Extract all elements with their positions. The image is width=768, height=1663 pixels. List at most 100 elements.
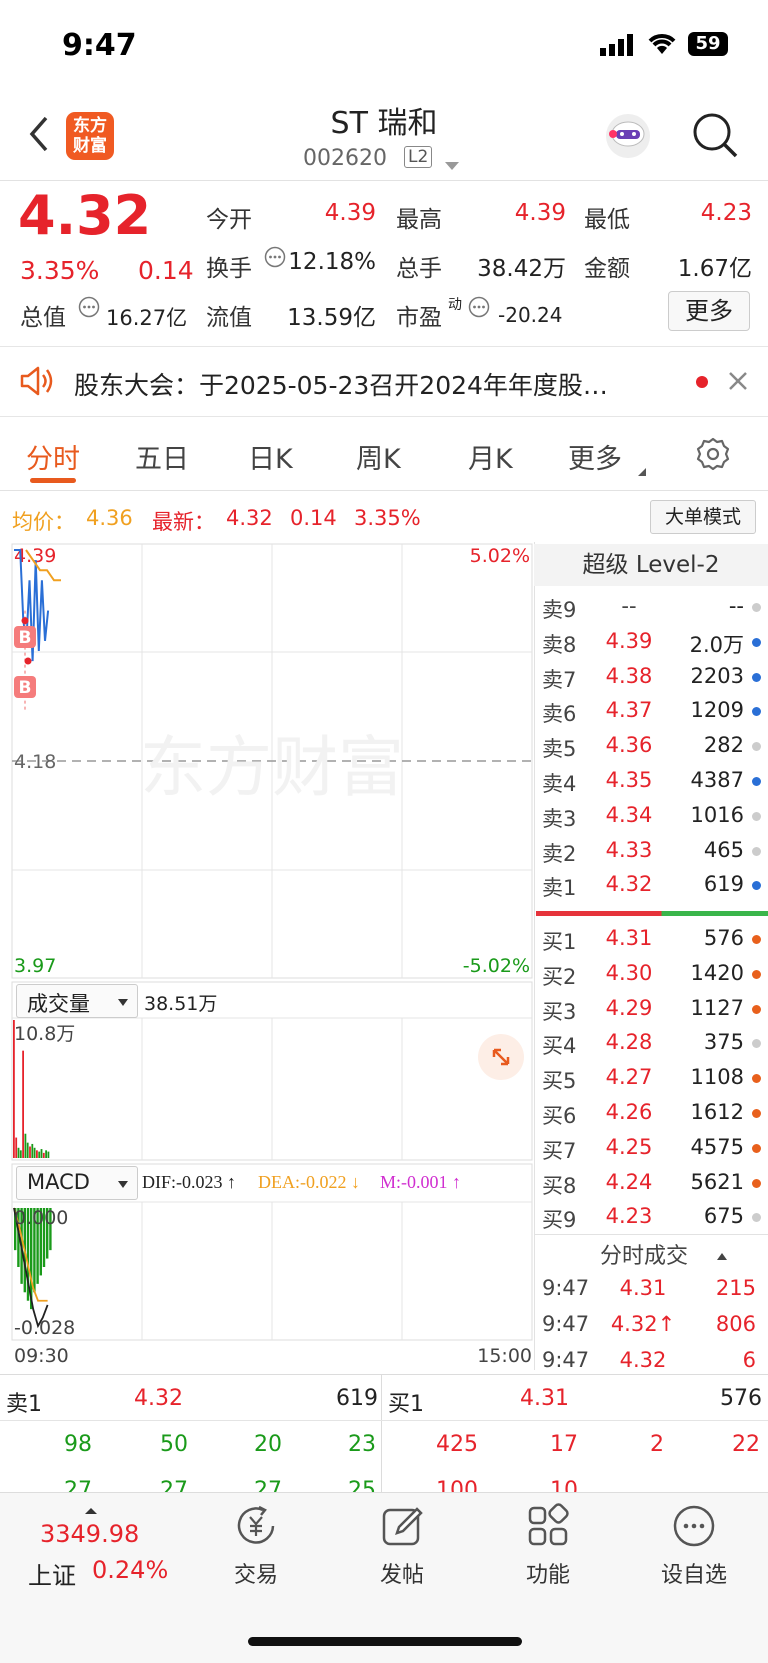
tab-weekly-k[interactable]: 周K (356, 437, 401, 476)
ask-row-5[interactable]: 卖4 4.35 4387 (536, 764, 762, 798)
nav-add-watchlist[interactable]: 设自选 (654, 1503, 734, 1589)
expand-icon[interactable] (478, 1034, 524, 1080)
ask-label: 卖6 (542, 702, 577, 727)
float-value-label: 流值 (206, 305, 252, 331)
tab-intraday[interactable]: 分时 (26, 437, 80, 476)
chevron-down-icon (117, 993, 129, 1012)
high-label: 最高 (396, 207, 442, 233)
axis-bottom-price: 3.97 (14, 955, 56, 977)
ask-row-7[interactable]: 卖2 4.33 465 (536, 834, 762, 868)
ask-price: 4.39 (605, 628, 653, 653)
avg-price-value: 4.36 (86, 506, 133, 530)
bid-row-2[interactable]: 买3 4.29 1127 (536, 992, 762, 1026)
tick-time: 9:47 (542, 1348, 590, 1372)
tab-more[interactable]: 更多 (568, 437, 622, 476)
axis-mid-price: 4.18 (14, 751, 56, 773)
more-button[interactable]: 更多 (668, 291, 750, 331)
macd-m-value: M:-0.001 (380, 1172, 448, 1192)
tab-five-day[interactable]: 五日 (135, 437, 189, 476)
ask-row-3[interactable]: 卖6 4.37 1209 (536, 694, 762, 728)
volume-bar (29, 1146, 31, 1158)
ask-row-8[interactable]: 卖1 4.32 619 (536, 868, 762, 902)
volume-bar (22, 1050, 24, 1158)
ask-marker-dot (752, 603, 761, 612)
bid-row-5[interactable]: 买6 4.26 1612 (536, 1096, 762, 1130)
queue-buy-vol: 576 (720, 1386, 762, 1411)
tick-volume: 6 (742, 1348, 756, 1372)
level-badge[interactable]: L2 (404, 146, 433, 168)
ask-price: 4.36 (605, 733, 653, 758)
bid-row-1[interactable]: 买2 4.30 1420 (536, 957, 762, 991)
volume-label: 总手 (396, 256, 442, 282)
info-icon[interactable] (264, 246, 286, 272)
bid-marker-dot (752, 969, 761, 979)
tab-monthly-k[interactable]: 月K (468, 437, 513, 476)
bid-row-7[interactable]: 买8 4.24 5621 (536, 1166, 762, 1200)
bid-row-3[interactable]: 买4 4.28 375 (536, 1026, 762, 1060)
index-value[interactable]: 3349.98 (40, 1520, 139, 1548)
index-pct[interactable]: 0.24% (92, 1556, 168, 1584)
ask-price: 4.34 (605, 802, 653, 827)
bid-label: 买4 (542, 1034, 577, 1059)
bid-label: 买1 (542, 930, 577, 954)
bid-row-6[interactable]: 买7 4.25 4575 (536, 1131, 762, 1165)
robot-assistant-icon[interactable] (604, 112, 652, 164)
latest-label: 最新： (152, 510, 215, 534)
info-icon[interactable] (78, 296, 100, 322)
bid-ask-ratio-bar (536, 911, 768, 916)
ask-row-0[interactable]: 卖9 -- -- (536, 590, 762, 624)
tick-row: 9:47 4.31 215 (536, 1272, 762, 1306)
settings-icon[interactable] (696, 437, 730, 475)
queue-order-cell: 50 (160, 1432, 188, 1457)
divider (0, 490, 768, 491)
ask-marker-dot (752, 846, 761, 856)
bid-price: 4.24 (605, 1169, 653, 1194)
collapse-icon[interactable] (716, 1246, 728, 1265)
ask-marker-dot (752, 881, 761, 891)
big-order-mode-button[interactable]: 大单模式 (650, 500, 756, 534)
bid-price: 4.29 (605, 995, 653, 1020)
bid-row-8[interactable]: 买9 4.23 675 (536, 1200, 762, 1234)
divider (0, 180, 768, 181)
intraday-chart[interactable]: 东方财富 4.39 4.18 3.97 5.02% -5.02% BB 10.8… (0, 540, 534, 1370)
tick-row: 9:47 4.32 6 (536, 1344, 762, 1378)
bid-marker-dot (752, 1178, 761, 1188)
bid-price: 4.31 (605, 926, 653, 950)
ask-volume: 282 (703, 733, 744, 758)
ask-row-1[interactable]: 卖8 4.39 2.0万 (536, 625, 762, 659)
speaker-icon (18, 364, 56, 402)
bid-label: 买3 (542, 999, 577, 1024)
dropdown-icon[interactable] (444, 156, 460, 175)
bid-marker-dot (752, 1143, 761, 1153)
bid-row-4[interactable]: 买5 4.27 1108 (536, 1061, 762, 1095)
ask-row-4[interactable]: 卖5 4.36 282 (536, 729, 762, 763)
axis-bottom-pct: -5.02% (463, 955, 530, 977)
divider (0, 1420, 768, 1421)
info-icon[interactable] (468, 296, 490, 322)
search-icon[interactable] (692, 112, 738, 162)
queue-sell-price: 4.32 (134, 1386, 183, 1411)
ask-row-6[interactable]: 卖3 4.34 1016 (536, 799, 762, 833)
float-value: 13.59亿 (287, 305, 376, 331)
tick-volume: 806 (715, 1312, 756, 1336)
volume-indicator-select[interactable]: 成交量 (16, 984, 138, 1018)
tick-price: 4.31 (619, 1276, 667, 1300)
ask-volume: -- (728, 594, 744, 618)
ask-row-2[interactable]: 卖7 4.38 2203 (536, 660, 762, 694)
nav-trade[interactable]: 交易 (216, 1503, 296, 1589)
close-icon[interactable] (728, 371, 748, 395)
bid-row-0[interactable]: 买1 4.31 576 (536, 922, 762, 956)
volume-total: 38.51万 (144, 993, 218, 1015)
queue-order-cell: 23 (348, 1432, 376, 1457)
tab-daily-k[interactable]: 日K (248, 437, 293, 476)
current-price: 4.32 (18, 184, 152, 247)
trade-point (21, 617, 29, 625)
notice-text[interactable]: 股东大会：于2025-05-23召开2024年年度股… (74, 366, 608, 402)
active-tab-indicator (30, 478, 76, 483)
nav-functions[interactable]: 功能 (508, 1503, 588, 1589)
tick-price: 4.32 (619, 1348, 667, 1372)
nav-post[interactable]: 发帖 (362, 1503, 442, 1589)
index-name[interactable]: 上证 (28, 1556, 76, 1591)
ticks-title[interactable]: 分时成交 (600, 1238, 688, 1270)
macd-indicator-select[interactable]: MACD (16, 1166, 138, 1200)
